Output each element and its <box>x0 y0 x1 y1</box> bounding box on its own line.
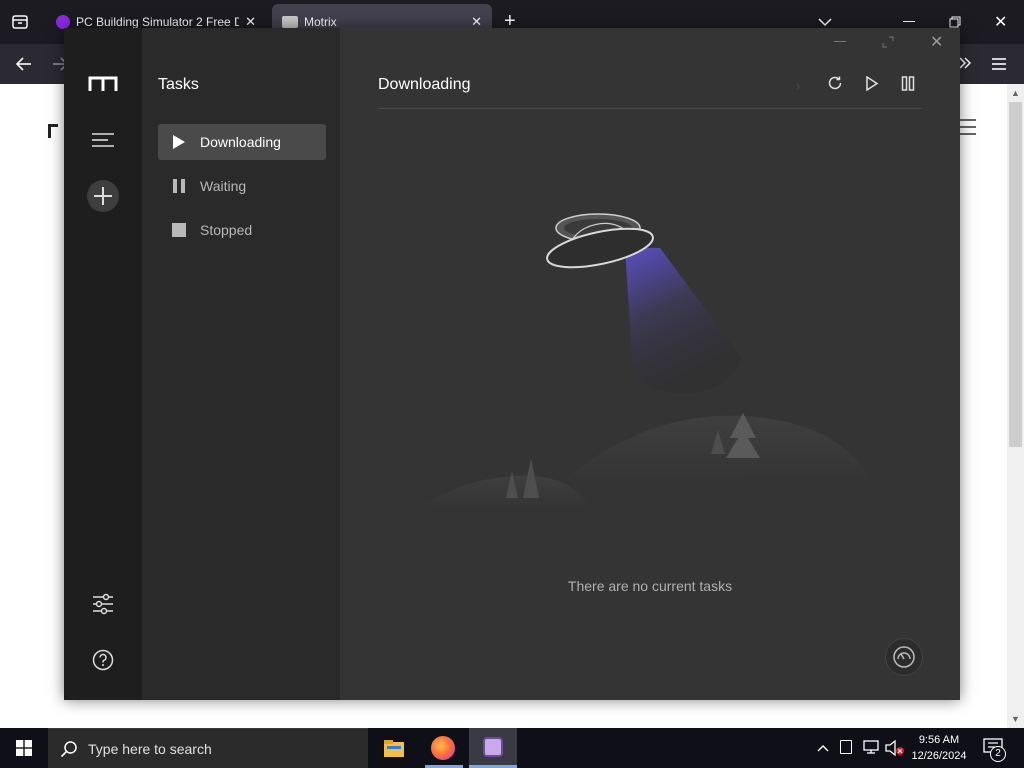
page-title: Downloading <box>378 76 471 93</box>
motrix-taskbar-item[interactable] <box>469 728 517 768</box>
menu-icon[interactable] <box>92 132 114 153</box>
app-menu-icon[interactable] <box>992 57 1006 75</box>
more-tools-icon[interactable] <box>958 56 972 75</box>
minimize-button[interactable] <box>903 21 915 22</box>
hills-and-trees <box>420 413 870 508</box>
subnav-item-stopped[interactable]: Stopped <box>158 212 326 248</box>
motrix-taskbar-icon <box>483 737 503 757</box>
refresh-icon[interactable] <box>827 75 843 96</box>
scrollbar-thumb[interactable] <box>1009 102 1022 447</box>
firefox-icon[interactable] <box>431 736 455 760</box>
play-icon <box>158 134 200 150</box>
notification-count-badge: 2 <box>990 746 1006 762</box>
plus-icon <box>94 187 112 205</box>
tab-title: PC Building Simulator 2 Free Do <box>76 15 240 29</box>
empty-state-illustration <box>420 208 900 528</box>
speedometer-button[interactable] <box>885 638 923 676</box>
pause-icon <box>158 178 200 194</box>
subnav-item-label: Waiting <box>200 178 247 194</box>
page-scrollbar[interactable]: ▲ ▼ <box>1007 84 1024 728</box>
subnav-title: Tasks <box>158 76 199 93</box>
volume-muted-icon[interactable] <box>885 739 905 761</box>
tasks-subnav: Tasks Downloading Waiting Stopped <box>142 28 340 700</box>
window-minimize-button[interactable] <box>834 41 846 42</box>
tray-overflow-icon[interactable] <box>817 740 829 758</box>
tab-overview-icon[interactable] <box>10 12 30 32</box>
tab-favicon-icon <box>56 15 70 29</box>
motrix-window: Tasks Downloading Waiting Stopped ✕ Down… <box>64 28 960 700</box>
add-task-button[interactable] <box>87 180 119 212</box>
header-divider <box>378 108 922 109</box>
subnav-item-label: Stopped <box>200 222 253 238</box>
stop-icon <box>158 222 200 238</box>
empty-state-text: There are no current tasks <box>567 578 733 594</box>
task-main-panel: ✕ Downloading › There are no current tas… <box>340 28 960 700</box>
help-icon[interactable] <box>92 649 114 676</box>
taskbar-search-box[interactable]: Type here to search <box>48 728 368 768</box>
scroll-down-arrow-icon[interactable]: ▼ <box>1011 714 1020 724</box>
chevron-right-icon: › <box>796 78 801 93</box>
file-explorer-icon[interactable] <box>383 738 405 763</box>
tab-title: Motrix <box>304 15 337 29</box>
close-window-button[interactable]: ✕ <box>994 12 1007 32</box>
tab-favicon-icon <box>282 16 298 28</box>
subnav-item-waiting[interactable]: Waiting <box>158 168 326 204</box>
usb-device-icon[interactable] <box>840 740 852 754</box>
back-arrow-icon[interactable] <box>14 54 34 79</box>
preferences-icon[interactable] <box>92 593 114 620</box>
subnav-item-downloading[interactable]: Downloading <box>158 124 326 160</box>
ufo-icon <box>546 213 742 394</box>
motrix-sidebar <box>64 28 142 700</box>
scroll-up-arrow-icon[interactable]: ▲ <box>1011 88 1020 98</box>
resume-all-icon[interactable] <box>865 75 879 96</box>
subnav-item-label: Downloading <box>200 134 281 150</box>
window-close-button[interactable]: ✕ <box>930 32 943 52</box>
pause-all-icon[interactable] <box>901 76 915 96</box>
search-placeholder: Type here to search <box>88 740 212 757</box>
clock-date[interactable]: 12/26/2024 <box>906 748 972 764</box>
clock-time[interactable]: 9:56 AM <box>906 732 972 748</box>
speedometer-icon <box>893 646 915 668</box>
motrix-logo <box>88 76 118 97</box>
page-logo-fragment <box>48 124 58 138</box>
network-icon[interactable] <box>863 740 879 759</box>
windows-start-icon[interactable] <box>16 740 32 761</box>
search-icon <box>60 740 78 758</box>
window-maximize-button[interactable] <box>882 35 894 53</box>
